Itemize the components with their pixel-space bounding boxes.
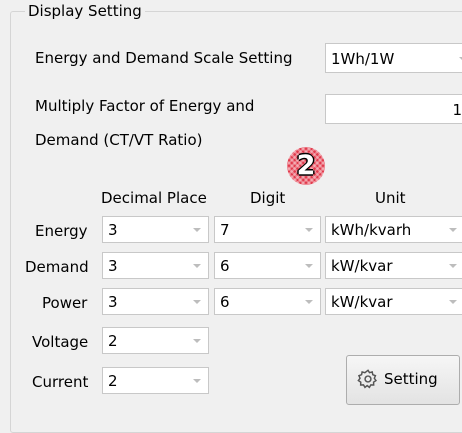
multiply-factor-value: 1	[452, 101, 462, 119]
row-label-demand: Demand	[25, 258, 89, 276]
header-decimal-place: Decimal Place	[101, 189, 207, 207]
energy-decimal-select[interactable]: 3	[102, 216, 209, 243]
demand-digit-select[interactable]: 6	[214, 252, 321, 279]
demand-unit-select[interactable]: kW/kvar	[325, 252, 462, 279]
power-decimal-select[interactable]: 3	[102, 288, 209, 315]
energy-digit-value: 7	[220, 221, 230, 239]
setting-button[interactable]: Setting	[346, 355, 460, 405]
step-number-badge: 2	[287, 147, 325, 185]
chevron-down-icon	[193, 379, 201, 383]
chevron-down-icon	[193, 228, 201, 232]
energy-unit-value: kWh/kvarh	[331, 221, 412, 239]
voltage-decimal-select[interactable]: 2	[102, 327, 209, 354]
chevron-down-icon	[193, 264, 201, 268]
current-decimal-value: 2	[108, 372, 118, 390]
multiply-factor-input[interactable]: 1	[325, 94, 462, 124]
chevron-down-icon	[449, 300, 457, 304]
scale-setting-value: 1Wh/1W	[331, 50, 395, 68]
demand-digit-value: 6	[220, 257, 230, 275]
power-unit-select[interactable]: kW/kvar	[325, 288, 462, 315]
row-label-energy: Energy	[35, 222, 88, 240]
chevron-down-icon	[305, 300, 313, 304]
demand-decimal-value: 3	[108, 257, 118, 275]
chevron-down-icon	[449, 228, 457, 232]
demand-unit-value: kW/kvar	[331, 257, 393, 275]
chevron-down-icon	[305, 228, 313, 232]
header-unit: Unit	[375, 189, 406, 207]
power-unit-value: kW/kvar	[331, 293, 393, 311]
row-label-voltage: Voltage	[32, 333, 89, 351]
energy-decimal-value: 3	[108, 221, 118, 239]
power-digit-value: 6	[220, 293, 230, 311]
energy-unit-select[interactable]: kWh/kvarh	[325, 216, 462, 243]
multiply-factor-label-line1: Multiply Factor of Energy and	[35, 97, 255, 115]
current-decimal-select[interactable]: 2	[102, 367, 209, 394]
scale-setting-label: Energy and Demand Scale Setting	[35, 49, 293, 67]
voltage-decimal-value: 2	[108, 332, 118, 350]
multiply-factor-label-line2: Demand (CT/VT Ratio)	[35, 131, 203, 149]
demand-decimal-select[interactable]: 3	[102, 252, 209, 279]
chevron-down-icon	[193, 339, 201, 343]
scale-setting-select[interactable]: 1Wh/1W	[325, 43, 462, 73]
energy-digit-select[interactable]: 7	[214, 216, 321, 243]
chevron-down-icon	[193, 300, 201, 304]
chevron-down-icon	[449, 264, 457, 268]
badge-number: 2	[296, 150, 316, 181]
power-digit-select[interactable]: 6	[214, 288, 321, 315]
gear-icon	[357, 369, 378, 389]
power-decimal-value: 3	[108, 293, 118, 311]
row-label-current: Current	[32, 373, 89, 391]
row-label-power: Power	[42, 294, 88, 312]
header-digit: Digit	[250, 189, 286, 207]
group-title: Display Setting	[25, 2, 145, 20]
chevron-down-icon	[305, 264, 313, 268]
setting-button-label: Setting	[384, 370, 438, 388]
